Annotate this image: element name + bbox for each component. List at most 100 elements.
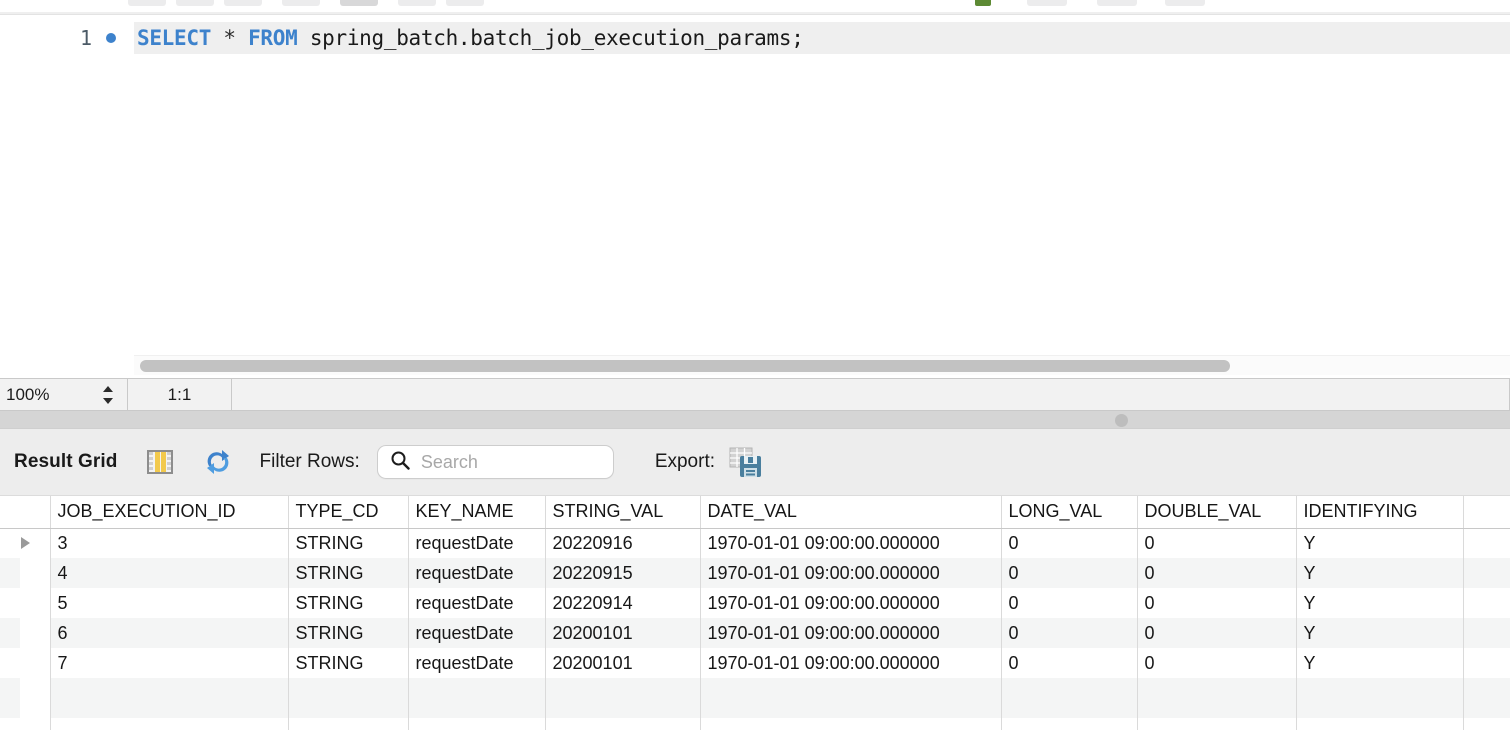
toolbar-button-ghost[interactable] bbox=[282, 0, 320, 6]
column-header-identifying[interactable]: IDENTIFYING bbox=[1296, 496, 1464, 529]
scrollbar-thumb[interactable] bbox=[140, 360, 1230, 372]
row-gutter-cell[interactable] bbox=[0, 618, 51, 648]
toolbar-button-ghost[interactable] bbox=[1027, 0, 1067, 6]
column-header-type-cd[interactable]: TYPE_CD bbox=[288, 496, 409, 529]
table-row[interactable]: 6 STRING requestDate 20200101 1970-01-01… bbox=[0, 618, 1510, 648]
cell-type-cd[interactable]: STRING bbox=[288, 528, 409, 558]
cell-double-val[interactable]: 0 bbox=[1137, 558, 1297, 588]
cell-identifying[interactable] bbox=[1296, 678, 1464, 718]
cell-long-val[interactable]: 0 bbox=[1001, 588, 1138, 618]
cell-string-val[interactable]: 20200101 bbox=[545, 648, 701, 678]
cell-job-execution-id[interactable]: 5 bbox=[50, 588, 289, 618]
cell-overflow bbox=[1463, 588, 1510, 618]
cell-date-val[interactable]: 1970-01-01 09:00:00.000000 bbox=[700, 528, 1002, 558]
splitter-grip-icon[interactable] bbox=[1115, 414, 1128, 427]
table-row[interactable]: 3 STRING requestDate 20220916 1970-01-01… bbox=[0, 528, 1510, 558]
cell-identifying[interactable]: Y bbox=[1296, 528, 1464, 558]
column-header-key-name[interactable]: KEY_NAME bbox=[408, 496, 546, 529]
editor-line-gutter[interactable]: 1 bbox=[0, 16, 134, 355]
cell-string-val[interactable]: 20220914 bbox=[545, 588, 701, 618]
cell-job-execution-id[interactable] bbox=[50, 678, 289, 718]
cell-job-execution-id[interactable]: 6 bbox=[50, 618, 289, 648]
cell-string-val[interactable]: 20220915 bbox=[545, 558, 701, 588]
cell-type-cd[interactable] bbox=[288, 678, 409, 718]
table-row[interactable]: 5 STRING requestDate 20220914 1970-01-01… bbox=[0, 588, 1510, 618]
row-gutter-cell[interactable] bbox=[0, 648, 51, 678]
cell-key-name[interactable]: requestDate bbox=[408, 558, 546, 588]
column-header-date-val[interactable]: DATE_VAL bbox=[700, 496, 1002, 529]
row-gutter-cell[interactable] bbox=[0, 588, 51, 618]
toolbar-execute-icon[interactable] bbox=[975, 0, 991, 6]
cell-key-name[interactable] bbox=[408, 678, 546, 718]
cell-long-val[interactable]: 0 bbox=[1001, 618, 1138, 648]
column-header-string-val[interactable]: STRING_VAL bbox=[545, 496, 701, 529]
column-header-double-val[interactable]: DOUBLE_VAL bbox=[1137, 496, 1297, 529]
cell-identifying[interactable]: Y bbox=[1296, 558, 1464, 588]
cell-date-val[interactable]: 1970-01-01 09:00:00.000000 bbox=[700, 558, 1002, 588]
toolbar-button-ghost[interactable] bbox=[128, 0, 166, 6]
toolbar-button-ghost[interactable] bbox=[176, 0, 214, 6]
cell-date-val[interactable]: 1970-01-01 09:00:00.000000 bbox=[700, 648, 1002, 678]
cell-type-cd[interactable]: STRING bbox=[288, 588, 409, 618]
cell-string-val[interactable]: 20200101 bbox=[545, 618, 701, 648]
sql-editor-area[interactable]: 1 SELECT * FROM spring_batch.batch_job_e… bbox=[0, 16, 1510, 355]
cell-double-val[interactable]: 0 bbox=[1137, 588, 1297, 618]
code-line-1[interactable]: SELECT * FROM spring_batch.batch_job_exe… bbox=[134, 22, 1510, 54]
cell-double-val[interactable]: 0 bbox=[1137, 648, 1297, 678]
cell-type-cd[interactable]: STRING bbox=[288, 558, 409, 588]
row-gutter-cell[interactable] bbox=[0, 528, 51, 558]
gutter-row-1[interactable]: 1 bbox=[0, 22, 134, 54]
toolbar-button-ghost[interactable] bbox=[446, 0, 484, 6]
table-row[interactable]: 7 STRING requestDate 20200101 1970-01-01… bbox=[0, 648, 1510, 678]
cell-job-execution-id[interactable]: 4 bbox=[50, 558, 289, 588]
cell-long-val[interactable]: 0 bbox=[1001, 558, 1138, 588]
main-toolbar-cutoff[interactable] bbox=[0, 0, 1510, 12]
cell-double-val[interactable]: 0 bbox=[1137, 528, 1297, 558]
toolbar-button-ghost[interactable] bbox=[1097, 0, 1137, 6]
search-input[interactable]: Search bbox=[376, 445, 614, 479]
filler-cell bbox=[1463, 718, 1510, 730]
cell-key-name[interactable]: requestDate bbox=[408, 648, 546, 678]
cell-long-val[interactable] bbox=[1001, 678, 1138, 718]
row-gutter-cell[interactable] bbox=[0, 678, 51, 718]
cell-type-cd[interactable]: STRING bbox=[288, 648, 409, 678]
export-save-icon[interactable] bbox=[729, 446, 763, 478]
cell-date-val[interactable] bbox=[700, 678, 1002, 718]
blue-dot-icon[interactable] bbox=[106, 33, 116, 43]
zoom-ratio-indicator[interactable]: 1:1 bbox=[128, 379, 232, 410]
cell-double-val[interactable]: 0 bbox=[1137, 618, 1297, 648]
cell-key-name[interactable]: requestDate bbox=[408, 588, 546, 618]
stepper-up-down-icon[interactable] bbox=[101, 384, 115, 406]
new-row-placeholder[interactable] bbox=[0, 678, 1510, 718]
cell-double-val[interactable] bbox=[1137, 678, 1297, 718]
cell-string-val[interactable] bbox=[545, 678, 701, 718]
cell-job-execution-id[interactable]: 3 bbox=[50, 528, 289, 558]
cell-date-val[interactable]: 1970-01-01 09:00:00.000000 bbox=[700, 588, 1002, 618]
row-gutter-cell[interactable] bbox=[0, 558, 51, 588]
cell-long-val[interactable]: 0 bbox=[1001, 648, 1138, 678]
refresh-icon[interactable] bbox=[202, 446, 234, 478]
toolbar-button-ghost-active[interactable] bbox=[340, 0, 378, 6]
cell-job-execution-id[interactable]: 7 bbox=[50, 648, 289, 678]
column-header-job-execution-id[interactable]: JOB_EXECUTION_ID bbox=[50, 496, 289, 529]
cell-string-val[interactable]: 20220916 bbox=[545, 528, 701, 558]
cell-key-name[interactable]: requestDate bbox=[408, 618, 546, 648]
cell-identifying[interactable]: Y bbox=[1296, 648, 1464, 678]
cell-date-val[interactable]: 1970-01-01 09:00:00.000000 bbox=[700, 618, 1002, 648]
column-header-long-val[interactable]: LONG_VAL bbox=[1001, 496, 1138, 529]
panel-splitter[interactable] bbox=[0, 411, 1510, 429]
toolbar-button-ghost[interactable] bbox=[398, 0, 436, 6]
toolbar-button-ghost[interactable] bbox=[1165, 0, 1205, 6]
cell-long-val[interactable]: 0 bbox=[1001, 528, 1138, 558]
cell-key-name[interactable]: requestDate bbox=[408, 528, 546, 558]
cell-type-cd[interactable]: STRING bbox=[288, 618, 409, 648]
result-grid-table-wrap[interactable]: JOB_EXECUTION_ID TYPE_CD KEY_NAME STRING… bbox=[0, 496, 1510, 752]
editor-horizontal-scrollbar[interactable] bbox=[134, 355, 1510, 375]
cell-overflow bbox=[1463, 558, 1510, 588]
cell-identifying[interactable]: Y bbox=[1296, 588, 1464, 618]
zoom-control[interactable]: 100% bbox=[0, 379, 128, 410]
toolbar-button-ghost[interactable] bbox=[224, 0, 262, 6]
table-row[interactable]: 4 STRING requestDate 20220915 1970-01-01… bbox=[0, 558, 1510, 588]
cell-identifying[interactable]: Y bbox=[1296, 618, 1464, 648]
grid-view-icon[interactable] bbox=[144, 446, 176, 478]
